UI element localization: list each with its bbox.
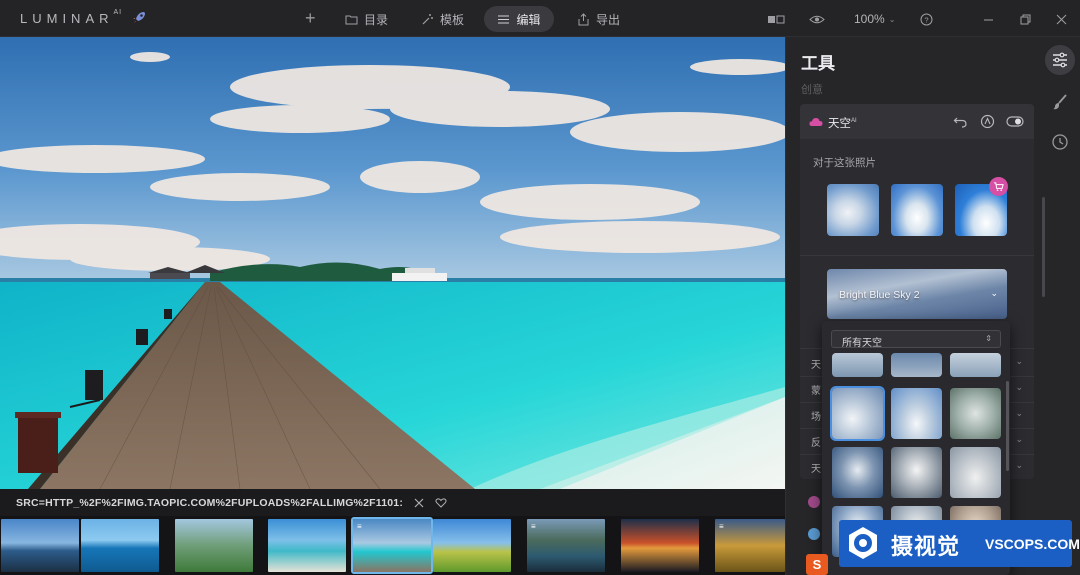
watermark-logo [849, 527, 877, 559]
zoom-value: 100% [854, 12, 885, 26]
rail-tools[interactable] [1045, 45, 1075, 75]
sliders-icon [1053, 52, 1067, 68]
rail-brush[interactable] [1045, 87, 1075, 117]
rail-history[interactable] [1045, 127, 1075, 157]
watermark-brand: 摄视觉 [891, 535, 961, 560]
chevron-down-icon: ⌄ [1015, 356, 1023, 366]
sky-option[interactable] [891, 353, 942, 377]
cloud-icon [809, 118, 823, 126]
help-icon: ? [920, 13, 933, 25]
tool-icon[interactable] [808, 496, 820, 508]
chevron-down-icon: ⌄ [1015, 434, 1023, 444]
wand-icon [422, 13, 433, 24]
share-icon [578, 12, 589, 25]
close-button[interactable] [1055, 6, 1068, 32]
panel-scrollbar[interactable] [1042, 197, 1045, 297]
filmstrip-thumbnail-selected[interactable]: ≡ [351, 517, 433, 574]
sky-option[interactable] [950, 353, 1001, 377]
tool-header[interactable]: 天空AI [800, 104, 1034, 139]
tab-edit[interactable]: 编辑 [484, 6, 554, 32]
sky-selection-dropdown[interactable]: Bright Blue Sky 2 ⌄ [827, 269, 1007, 319]
filmstrip-thumbnail[interactable] [621, 519, 699, 572]
preview-button[interactable] [809, 6, 825, 32]
chevron-down-icon: ⌄ [888, 14, 896, 24]
cart-icon[interactable] [989, 177, 1008, 196]
sky-option[interactable] [832, 353, 883, 377]
chevron-down-icon: ⌄ [1015, 408, 1023, 418]
maximize-button[interactable] [1019, 6, 1032, 32]
photo-canvas[interactable] [0, 37, 785, 489]
filmstrip-thumbnail[interactable]: ≡ [715, 519, 785, 572]
minimize-button[interactable] [982, 6, 995, 32]
sliders-icon [498, 15, 510, 23]
sky-filter-select[interactable]: 所有天空 ⇕ [831, 330, 1001, 349]
ime-indicator[interactable]: S [806, 554, 828, 575]
tab-catalog[interactable]: 目录 [345, 6, 388, 32]
sky-option-selected[interactable] [830, 386, 885, 441]
top-bar: LUMINARAI + 目录 模板 编辑 导出 100% ⌄ ? [0, 0, 1080, 37]
undo-icon[interactable] [953, 114, 968, 129]
tab-templates[interactable]: 模板 [421, 6, 464, 32]
sky-option[interactable] [832, 447, 883, 498]
filmstrip-thumbnail[interactable] [175, 519, 253, 572]
clock-icon [1052, 134, 1068, 150]
divider [800, 255, 1034, 256]
chevron-updown-icon: ⇕ [985, 334, 992, 343]
suggested-sky[interactable] [827, 184, 879, 236]
filmstrip-thumbnail[interactable] [268, 519, 346, 572]
help-button[interactable]: ? [920, 6, 933, 32]
beach-photo [0, 37, 785, 489]
minimize-icon [984, 19, 993, 20]
heart-icon[interactable] [435, 497, 447, 509]
filmstrip: ≡ ≡ ≡ [0, 516, 785, 575]
toggle-visibility-icon[interactable] [1006, 114, 1024, 129]
filmstrip-thumbnail[interactable]: ≡ [527, 519, 605, 572]
suggested-sky[interactable] [891, 184, 943, 236]
panel-title: 工具 [801, 54, 835, 73]
edited-icon: ≡ [719, 522, 724, 531]
file-path: SRC=HTTP_%2F%2FIMG.TAOPIC.COM%2FUPLOADS%… [16, 496, 404, 509]
close-icon [1056, 14, 1067, 24]
chevron-down-icon: ⌄ [1015, 382, 1023, 392]
compare-button[interactable] [767, 6, 785, 32]
chevron-down-icon: ⌄ [990, 288, 998, 298]
watermark-site: VSCOPS.COM [985, 536, 1080, 552]
selected-sky-name: Bright Blue Sky 2 [839, 289, 920, 301]
close-icon[interactable] [413, 497, 425, 509]
tool-name: 天空AI [828, 118, 857, 130]
sky-option[interactable] [891, 447, 942, 498]
tab-export-label: 导出 [596, 12, 621, 27]
sky-option[interactable] [950, 388, 1001, 439]
file-path-bar: SRC=HTTP_%2F%2FIMG.TAOPIC.COM%2FUPLOADS%… [0, 489, 785, 516]
compare-icon [768, 15, 785, 23]
popover-scrollbar[interactable] [1006, 381, 1009, 471]
filmstrip-thumbnail[interactable] [1, 519, 79, 572]
tab-templates-label: 模板 [440, 12, 465, 27]
edited-icon: ≡ [531, 522, 536, 531]
suggestions-label: 对于这张照片 [813, 157, 876, 169]
edited-icon: ≡ [357, 522, 362, 531]
tool-icon[interactable] [808, 528, 820, 540]
tab-export[interactable]: 导出 [577, 6, 620, 32]
sky-option[interactable] [950, 447, 1001, 498]
watermark-banner: 摄视觉 VSCOPS.COM [839, 520, 1080, 567]
add-button[interactable]: + [305, 5, 316, 31]
chevron-down-icon: ⌄ [1015, 460, 1023, 470]
filmstrip-thumbnail[interactable] [433, 519, 511, 572]
app-logo: LUMINARAI [20, 9, 123, 26]
sky-filter-value: 所有天空 [842, 338, 882, 349]
sky-option[interactable] [891, 388, 942, 439]
zoom-dropdown[interactable]: 100% ⌄ [854, 6, 895, 32]
preset-icon[interactable] [980, 114, 995, 129]
tab-edit-label: 编辑 [516, 12, 541, 27]
eye-icon [809, 15, 825, 23]
svg-text:?: ? [924, 15, 928, 24]
tab-catalog-label: 目录 [364, 12, 389, 27]
folder-icon [345, 15, 358, 24]
filmstrip-thumbnail[interactable] [81, 519, 159, 572]
restore-icon [1020, 14, 1031, 24]
panel-subtitle: 创意 [801, 84, 823, 96]
rocket-icon[interactable] [131, 10, 147, 26]
brush-icon [1053, 94, 1067, 110]
